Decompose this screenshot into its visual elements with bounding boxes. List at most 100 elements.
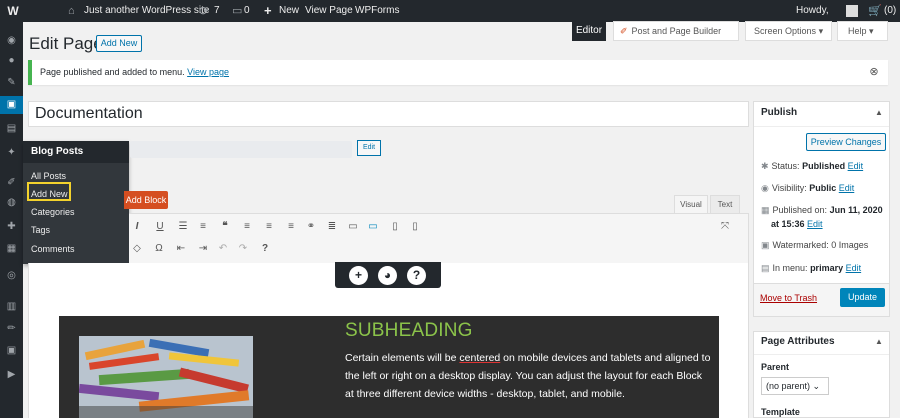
tablet-icon[interactable]: ▯	[387, 219, 403, 235]
underline-icon[interactable]: U	[152, 219, 168, 235]
home-icon[interactable]: ⌂	[68, 0, 75, 22]
colored-pencils-image	[79, 336, 253, 418]
parent-label: Parent	[761, 362, 790, 372]
avatar[interactable]	[846, 5, 858, 17]
pen-icon[interactable]: ✏	[0, 320, 23, 338]
align-center-icon[interactable]: ≡	[261, 219, 277, 235]
camera-icon[interactable]: ▣	[0, 342, 23, 360]
menu-row: ▤ In menu: primary Edit	[761, 263, 861, 274]
divider	[754, 354, 889, 355]
status-row: ✱ Status: Published Edit	[761, 161, 863, 172]
published-edit-link[interactable]: Edit	[807, 219, 823, 229]
outdent-icon[interactable]: ⇤	[173, 241, 189, 257]
page-builder-label: Post and Page Builder	[631, 26, 722, 36]
flyout-item-comments[interactable]: Comments	[31, 242, 75, 256]
new-menu-link[interactable]: New	[279, 0, 299, 22]
visibility-edit-link[interactable]: Edit	[839, 183, 855, 193]
permalink-edit-button[interactable]: Edit	[357, 140, 381, 156]
pin-icon[interactable]: ✦	[0, 144, 23, 162]
screen-options-button[interactable]: Screen Options ▾	[745, 21, 832, 41]
updates-icon[interactable]: ⟳	[199, 0, 209, 22]
collapse-arrow-icon[interactable]: ▲	[875, 337, 883, 346]
status-edit-link[interactable]: Edit	[848, 161, 864, 171]
block-subheading[interactable]: SUBHEADING	[345, 320, 473, 342]
question-icon[interactable]: ?	[407, 266, 426, 285]
tools-icon[interactable]: ✚	[0, 218, 23, 236]
editor-tab[interactable]: Editor	[572, 21, 606, 41]
view-page-notice-link[interactable]: View page	[187, 67, 229, 77]
updates-count[interactable]: 7	[214, 0, 220, 22]
menu-edit-link[interactable]: Edit	[846, 263, 862, 273]
preview-changes-button[interactable]: Preview Changes	[806, 133, 886, 151]
collapse-arrow-icon[interactable]: ▲	[875, 108, 883, 117]
visual-tab[interactable]: Visual	[674, 195, 708, 213]
unlink-icon[interactable]: ≣	[324, 219, 340, 235]
publish-title: Publish	[761, 107, 798, 118]
divider	[754, 126, 889, 127]
redo-icon[interactable]: ↷	[235, 241, 251, 257]
wordpress-logo-icon[interactable]: W	[0, 0, 26, 22]
close-icon[interactable]: ⊗	[867, 65, 881, 79]
page-builder-tab[interactable]: ✐ Post and Page Builder	[613, 21, 739, 41]
indent-icon[interactable]: ⇥	[195, 241, 211, 257]
cart-count[interactable]: (0)	[884, 0, 896, 22]
italic-icon[interactable]: I	[129, 219, 145, 235]
wpforms-link[interactable]: WPForms	[355, 0, 399, 22]
play-icon[interactable]: ▶	[0, 366, 23, 384]
eraser-icon[interactable]: ◇	[129, 241, 145, 257]
text-tab[interactable]: Text	[710, 195, 740, 213]
align-left-icon[interactable]: ≡	[239, 219, 255, 235]
numbered-list-icon[interactable]: ≡	[195, 219, 211, 235]
add-block-button[interactable]: Add Block	[124, 191, 168, 209]
users-icon[interactable]: ◍	[0, 194, 23, 212]
flyout-item-categories[interactable]: Categories	[31, 205, 75, 219]
plus-icon[interactable]: +	[264, 0, 272, 22]
flyout-item-all-posts[interactable]: All Posts	[31, 169, 66, 183]
globe-icon[interactable]: ◕	[378, 266, 397, 285]
move-to-trash-link[interactable]: Move to Trash	[760, 293, 817, 303]
blockquote-icon[interactable]: ❝	[217, 219, 233, 235]
fullscreen-icon[interactable]: ⤧	[717, 219, 733, 235]
pages-icon[interactable]: ▣	[0, 96, 23, 114]
undo-icon[interactable]: ↶	[215, 241, 231, 257]
align-right-icon[interactable]: ≡	[283, 219, 299, 235]
help-icon[interactable]: ?	[257, 241, 273, 257]
permalink[interactable]	[130, 141, 352, 158]
dashboard-icon[interactable]: ◉	[0, 32, 23, 50]
bullet-list-icon[interactable]: ☰	[175, 219, 191, 235]
forms-icon[interactable]: ▥	[0, 298, 23, 316]
link-icon[interactable]: ⚭	[303, 219, 319, 235]
comment-icon[interactable]: ▭	[232, 0, 242, 22]
block-image[interactable]	[79, 336, 253, 418]
block-body-text[interactable]: Certain elements will be centered on mob…	[345, 349, 713, 403]
calendar-icon: ▦	[761, 205, 770, 215]
plus-icon[interactable]: +	[349, 266, 368, 285]
help-button[interactable]: Help ▾	[837, 21, 888, 41]
globe-icon[interactable]: ◎	[0, 267, 23, 285]
notice-text: Page published and added to menu.	[40, 67, 185, 77]
flyout-heading[interactable]: Blog Posts	[23, 141, 129, 163]
read-more-icon[interactable]: ▭	[345, 219, 361, 235]
omega-icon[interactable]: Ω	[151, 241, 167, 257]
status-label: Status:	[771, 161, 800, 171]
post-title-input[interactable]: Documentation	[28, 101, 749, 127]
howdy-text[interactable]: Howdy,	[796, 0, 829, 22]
media-icon[interactable]: ▤	[0, 120, 23, 138]
desktop-icon[interactable]: ▭	[365, 219, 381, 235]
flyout-item-tags[interactable]: Tags	[31, 223, 50, 237]
comments-count[interactable]: 0	[244, 0, 250, 22]
update-button[interactable]: Update	[840, 288, 885, 307]
menu-label: In menu:	[772, 263, 808, 273]
add-new-page-button[interactable]: Add New	[96, 35, 142, 52]
view-page-link[interactable]: View Page	[305, 0, 353, 22]
status-value: Published	[802, 161, 846, 171]
jetpack-icon[interactable]: ●	[0, 52, 23, 70]
cart-icon[interactable]: 🛒	[868, 0, 882, 22]
success-notice: Page published and added to menu. View p…	[28, 60, 888, 85]
mobile-icon[interactable]: ▯	[407, 219, 423, 235]
site-name-link[interactable]: Just another WordPress site	[84, 0, 209, 22]
settings-icon[interactable]: ▦	[0, 240, 23, 258]
parent-select[interactable]: (no parent) ⌄	[761, 377, 829, 395]
appearance-icon[interactable]: ✐	[0, 174, 23, 192]
posts-icon[interactable]: ✎	[0, 74, 23, 92]
